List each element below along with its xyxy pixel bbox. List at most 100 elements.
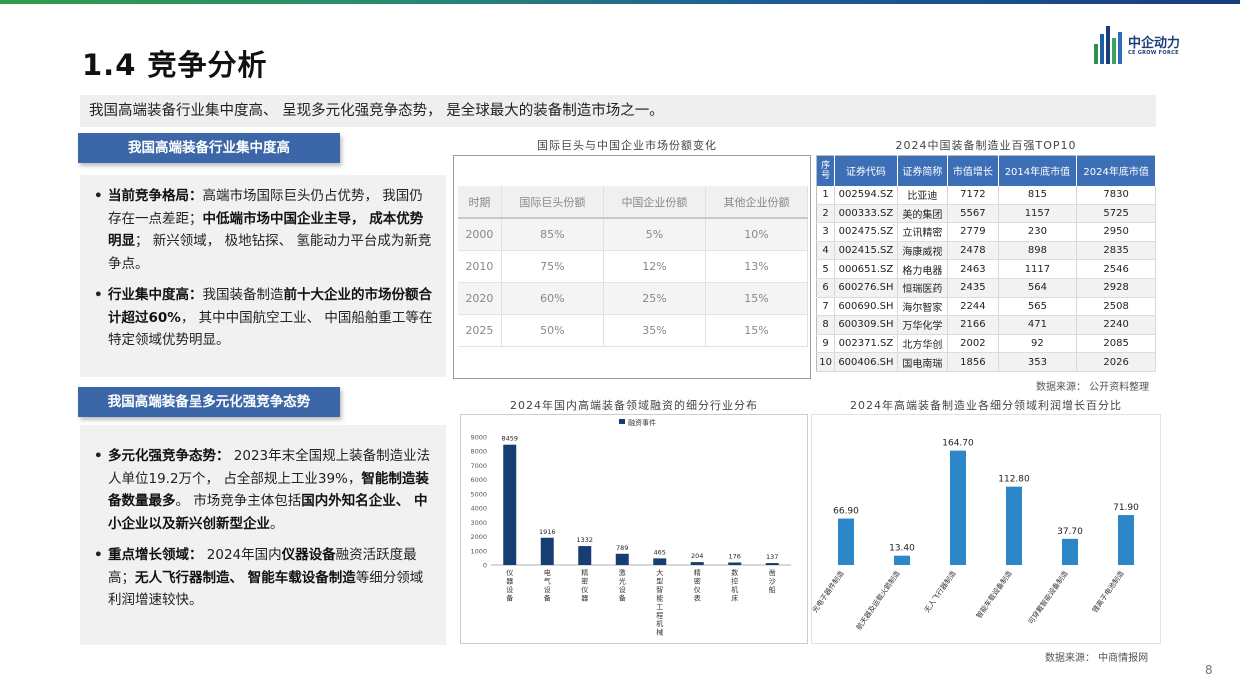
legend-label: 融资事件 — [628, 418, 656, 427]
y-tick-label: 1000 — [470, 547, 487, 555]
top10-row: 7 600690.SH 海尔智家 2244 565 2508 — [816, 297, 1156, 317]
competition-bullet: • 重点增长领域： 2024年国内仪器设备融资活跃度最高；无人飞行器制造、 智能车… — [90, 544, 434, 612]
top10-cell: 2928 — [1076, 278, 1156, 298]
profit-chart-frame: 66.90 光电子器件制造 13.40 航天器及运载火箭制造 164.70 无人飞行器制造… — [810, 414, 1161, 644]
share-row: 2025 50% 35% 15% — [458, 314, 809, 347]
bar — [894, 555, 910, 565]
competition-panel: • 多元化强竞争态势： 2023年末全国规上装备制造业法人单位19.2万个， 占全… — [80, 425, 446, 645]
top10-cell: 海尔智家 — [897, 297, 949, 317]
data-label: 789 — [616, 544, 628, 552]
x-tick-label: 电 — [544, 568, 551, 577]
top10-cell: 002415.SZ — [834, 241, 898, 261]
top10-header-cell: 序号 — [816, 155, 836, 186]
top10-row: 3 002475.SZ 立讯精密 2779 230 2950 — [816, 222, 1156, 242]
data-label: 164.70 — [942, 439, 974, 449]
top10-cell: 600406.SH — [834, 352, 898, 372]
top10-header-cell: 证券代码 — [834, 155, 898, 186]
top10-row: 8 600309.SH 万华化学 2166 471 2240 — [816, 315, 1156, 335]
x-tick-label: 凿 — [769, 568, 776, 577]
top10-header-cell: 市值增长 — [947, 155, 999, 186]
y-tick-label: 3000 — [470, 519, 487, 527]
x-tick-label: 型 — [656, 577, 663, 586]
top10-cell: 2166 — [947, 315, 999, 335]
concentration-bullet: • 行业集中度高：我国装备制造前十大企业的市场份额合计超过60%， 其中中国航空工… — [90, 284, 434, 352]
top10-cell: 898 — [998, 241, 1078, 261]
x-tick-label: 密 — [694, 577, 701, 586]
data-label: 66.90 — [833, 507, 859, 517]
x-tick-label: 无人飞行器制造 — [922, 569, 957, 614]
top10-cell: 比亚迪 — [897, 185, 949, 205]
data-label: 13.40 — [889, 544, 915, 554]
x-tick-label: 仪 — [581, 586, 588, 594]
concentration-bullet: • 当前竞争格局：高端市场国际巨头仍占优势， 我国仍存在一点差距；中低端市场中国企… — [90, 185, 434, 275]
top10-row: 9 002371.SZ 北方华创 2002 92 2085 — [816, 334, 1156, 354]
top10-source: 数据来源： 公开资料整理 — [1036, 382, 1150, 393]
top10-row: 4 002415.SZ 海康威视 2478 898 2835 — [816, 241, 1156, 261]
top10-cell: 2244 — [947, 297, 999, 317]
top10-row: 2 000333.SZ 美的集团 5567 1157 5725 — [816, 204, 1156, 224]
bar — [728, 562, 742, 565]
bullet-dot: • — [94, 287, 103, 303]
top10-cell: 000651.SZ — [834, 259, 898, 279]
x-tick-label: 大 — [656, 568, 663, 577]
x-tick-label: 仪 — [506, 569, 513, 577]
share-header-cell: 中国企业份额 — [603, 186, 706, 219]
top10-cell: 1117 — [998, 259, 1078, 279]
competition-bullet: • 多元化强竞争态势： 2023年末全国规上装备制造业法人单位19.2万个， 占全… — [90, 445, 434, 535]
bullet-bold-text: 无人飞行器制造、 智能车载设备制造 — [135, 569, 356, 586]
top10-cell: 10 — [816, 352, 836, 372]
top10-cell: 2240 — [1076, 315, 1156, 335]
top10-cell: 格力电器 — [897, 259, 949, 279]
x-tick-label: 能 — [656, 594, 663, 603]
x-tick-label: 密 — [581, 577, 588, 586]
bullet-bold-text: 行业集中度高： — [108, 287, 203, 303]
top10-cell: 4 — [816, 241, 836, 261]
y-tick-label: 7000 — [470, 462, 487, 470]
logo-text: 中企动力 — [1128, 36, 1181, 51]
top10-cell: 9 — [816, 334, 836, 354]
top10-cell: 2950 — [1076, 222, 1156, 242]
top10-cell: 1856 — [947, 352, 999, 372]
bar — [615, 553, 629, 565]
top10-row: 5 000651.SZ 格力电器 2463 1117 2546 — [816, 259, 1156, 279]
top10-cell: 8 — [816, 315, 836, 335]
data-label: 465 — [654, 548, 666, 556]
top10-cell: 815 — [998, 185, 1078, 205]
bullet-dot: • — [94, 547, 103, 563]
x-tick-label: 锂离子电池制造 — [1090, 569, 1125, 614]
share-header-cell: 其他企业份额 — [705, 186, 809, 219]
bullet-text: 2024年国内 — [202, 547, 282, 563]
top10-cell: 1 — [816, 185, 836, 205]
top10-cell: 000333.SZ — [834, 204, 898, 224]
x-tick-label: 备 — [506, 594, 513, 603]
data-label: 8459 — [501, 435, 518, 443]
top-gradient-bar — [0, 0, 1240, 4]
top10-cell: 2508 — [1076, 297, 1156, 317]
y-tick-label: 4000 — [470, 505, 487, 513]
bar — [1062, 538, 1078, 565]
top10-cell: 002475.SZ — [834, 222, 898, 242]
y-tick-label: 6000 — [470, 476, 487, 484]
legend-swatch — [619, 419, 625, 424]
top10-cell: 5567 — [947, 204, 999, 224]
x-tick-label: 械 — [656, 628, 663, 637]
market-share-table: 时期 国际巨头份额 中国企业份额 其他企业份额 2000 85% 5% 10% 2010 75%… — [458, 186, 809, 347]
top10-header-cell: 证券简称 — [897, 155, 949, 186]
top10-cell: 恒瑞医药 — [897, 278, 949, 298]
bar — [578, 546, 592, 565]
section-header-competition: 我国高端装备呈多元化强竞争态势 — [78, 387, 340, 417]
top10-cell: 471 — [998, 315, 1078, 335]
bar — [653, 558, 667, 565]
bullet-dot: • — [94, 188, 103, 204]
profit-chart-title: 2024年高端装备制造业各细分领域利润增长百分比 — [850, 399, 1122, 412]
logo-subtext: CE GROW FORCE — [1128, 50, 1179, 56]
bar — [690, 562, 704, 565]
share-cell: 10% — [705, 218, 809, 251]
bullet-text: ； 新兴领域， 极地钻探、 氢能动力平台成为新竞争点。 — [108, 233, 432, 272]
x-tick-label: 设 — [619, 585, 626, 594]
concentration-bullet-list: • 当前竞争格局：高端市场国际巨头仍占优势， 我国仍存在一点差距；中低端市场中国企… — [90, 185, 434, 352]
x-tick-label: 设 — [506, 585, 513, 594]
share-cell: 2000 — [458, 218, 502, 251]
y-tick-label: 0 — [483, 562, 487, 570]
page-number: 8 — [1205, 663, 1213, 677]
